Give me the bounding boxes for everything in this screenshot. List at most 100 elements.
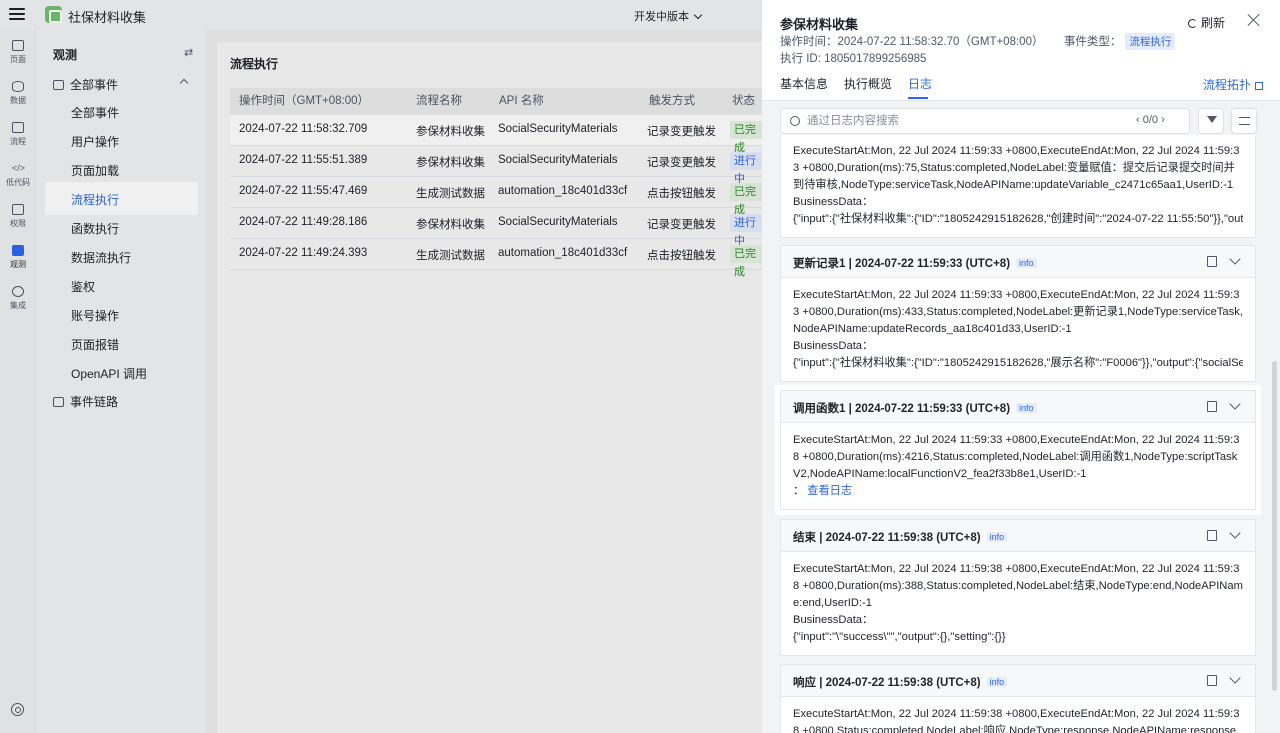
rail-item-code[interactable]: </> 低代码: [0, 163, 36, 188]
rail-label: 流程: [10, 137, 26, 146]
copy-icon[interactable]: [1207, 256, 1217, 267]
op-time-label: 操作时间：: [780, 36, 838, 48]
collapse-icon: [1239, 117, 1250, 125]
version-select[interactable]: 开发中版本: [634, 8, 703, 24]
filter-button[interactable]: [1198, 108, 1224, 134]
sidebar-item-flow-exec[interactable]: 流程执行: [71, 191, 119, 208]
log-header[interactable]: 更新记录1 | 2024-07-22 11:59:33 (UTC+8) info: [781, 246, 1255, 278]
column-header[interactable]: 触发方式: [649, 88, 695, 115]
log-body: ExecuteStartAt:Mon, 22 Jul 2024 11:59:38…: [781, 552, 1255, 655]
sidebar-item-page-load[interactable]: 页面加载: [71, 162, 119, 179]
flow-topology-link[interactable]: 流程拓扑: [1203, 76, 1264, 93]
log-header[interactable]: 调用函数1 | 2024-07-22 11:59:33 (UTC+8) info: [781, 391, 1255, 423]
sidebar-item-dataflow-exec[interactable]: 数据流执行: [71, 249, 131, 266]
sidebar-item-all-events[interactable]: 全部事件: [71, 104, 119, 121]
sidebar-item-page-error[interactable]: 页面报错: [71, 336, 119, 353]
chevron-down-icon[interactable]: [1229, 527, 1241, 539]
tab-basic-info[interactable]: 基本信息: [780, 75, 828, 92]
log-search-input[interactable]: [807, 113, 1107, 129]
log-line: ExecuteStartAt:Mon, 22 Jul 2024 11:59:38…: [793, 563, 1243, 609]
sidebar-heading: 观测: [53, 48, 78, 62]
rail-item-page[interactable]: 页面: [0, 40, 36, 65]
chevron-down-icon[interactable]: [1229, 672, 1241, 684]
collapse-all-button[interactable]: [1231, 108, 1257, 134]
log-line: ExecuteStartAt:Mon, 22 Jul 2024 11:59:33…: [793, 289, 1243, 335]
cell-time: 2024-07-22 11:55:51.389: [239, 154, 368, 166]
gear-icon[interactable]: [11, 703, 24, 716]
cell-api: automation_18c401d33cf: [498, 247, 628, 259]
log-body: ExecuteStartAt:Mon, 22 Jul 2024 11:59:33…: [781, 423, 1255, 509]
copy-icon[interactable]: [1207, 675, 1217, 686]
rail-item-data[interactable]: 数据: [0, 81, 36, 106]
rail-item-permission[interactable]: 权限: [0, 204, 36, 229]
log-body: ExecuteStartAt:Mon, 22 Jul 2024 11:59:33…: [781, 135, 1255, 237]
swap-icon[interactable]: ⇄: [184, 46, 193, 59]
menu-icon[interactable]: [9, 6, 25, 22]
scrollbar[interactable]: [1272, 361, 1277, 691]
observe-icon: [12, 245, 24, 256]
cell-trigger: 点击按钮触发: [647, 188, 716, 200]
sidebar-item-user-action[interactable]: 用户操作: [71, 133, 119, 150]
rail-item-observe[interactable]: 观测: [0, 245, 36, 270]
log-header[interactable]: 响应 | 2024-07-22 11:59:38 (UTC+8) info: [781, 665, 1255, 697]
search-pager[interactable]: ‹ 0/0 ›: [1136, 114, 1165, 126]
log-header[interactable]: 结束 | 2024-07-22 11:59:38 (UTC+8) info: [781, 520, 1255, 552]
detail-drawer: 参保材料收集 刷新 操作时间：2024-07-22 11:58:32.70（GM…: [762, 0, 1280, 733]
refresh-icon: [1188, 19, 1197, 28]
column-header[interactable]: 状态: [732, 88, 755, 115]
log-title-text: 更新记录1 | 2024-07-22 11:59:33 (UTC+8): [793, 258, 1011, 270]
log-card: 响应 | 2024-07-22 11:59:38 (UTC+8) info Exe…: [780, 664, 1256, 733]
table-row[interactable]: 2024-07-22 11:49:24.393 生成测试数据 automatio…: [230, 239, 762, 278]
sidebar-group-event-chain[interactable]: 事件链路: [53, 393, 118, 410]
group-label: 事件链路: [70, 395, 119, 409]
table-row[interactable]: 2024-07-22 11:49:28.186 参保材料收集 SocialSec…: [230, 208, 762, 247]
chevron-down-icon[interactable]: [1229, 398, 1241, 410]
close-icon[interactable]: [1246, 12, 1262, 28]
chevron-down-icon: [693, 10, 703, 20]
rail-label: 集成: [10, 301, 26, 310]
chevron-down-icon[interactable]: [1229, 253, 1241, 265]
tab-logs[interactable]: 日志: [908, 75, 932, 92]
chain-icon: [53, 397, 64, 407]
log-line: BusinessData：: [793, 340, 874, 352]
log-line: ExecuteStartAt:Mon, 22 Jul 2024 11:59:33…: [793, 434, 1240, 480]
status-badge: 已完成: [730, 183, 762, 216]
column-header[interactable]: 操作时间（GMT+08:00）: [239, 88, 369, 115]
lock-icon: [12, 204, 24, 215]
log-level-badge: info: [986, 677, 1008, 687]
sidebar-item-function-exec[interactable]: 函数执行: [71, 220, 119, 237]
rail-label: 权限: [10, 219, 26, 228]
status-badge: 已完成: [730, 121, 762, 154]
refresh-button[interactable]: 刷新: [1188, 14, 1225, 31]
sidebar-group-all-events[interactable]: 全部事件: [53, 76, 118, 93]
external-link-icon: [1255, 82, 1264, 90]
refresh-label: 刷新: [1201, 16, 1226, 30]
copy-icon[interactable]: [1207, 401, 1217, 412]
rail-label: 低代码: [6, 178, 30, 187]
rail-item-integration[interactable]: 集成: [0, 286, 36, 311]
rail-item-flow[interactable]: 流程: [0, 122, 36, 147]
table-row[interactable]: 2024-07-22 11:55:51.389 参保材料收集 SocialSec…: [230, 146, 762, 185]
copy-icon[interactable]: [1207, 530, 1217, 541]
status-badge: 已完成: [730, 245, 762, 278]
table-row[interactable]: 2024-07-22 11:58:32.709 参保材料收集 SocialSec…: [230, 115, 762, 154]
log-level-badge: info: [1016, 403, 1037, 413]
chevron-up-icon[interactable]: [179, 78, 189, 88]
cell-api: automation_18c401d33cf: [498, 185, 628, 197]
sidebar-item-openapi[interactable]: OpenAPI 调用: [71, 365, 147, 382]
topology-label: 流程拓扑: [1203, 78, 1252, 92]
log-title: 结束 | 2024-07-22 11:59:38 (UTC+8) info: [793, 529, 1008, 545]
log-line: {"input":{"社保材料收集":{"ID":"18052429151826…: [793, 357, 1243, 369]
sidebar-item-account[interactable]: 账号操作: [71, 307, 119, 324]
table-row[interactable]: 2024-07-22 11:55:47.469 生成测试数据 automatio…: [230, 177, 762, 216]
page-title: 流程执行: [230, 57, 279, 71]
search-icon: [790, 116, 800, 126]
view-log-link[interactable]: 查看日志: [807, 485, 852, 497]
cell-time: 2024-07-22 11:49:28.186: [239, 216, 368, 228]
log-list[interactable]: ‹ 0/0 › ExecuteStartAt:Mon, 22 Jul 2024 …: [762, 101, 1280, 733]
column-header[interactable]: API 名称: [499, 88, 544, 115]
tab-exec-overview[interactable]: 执行概览: [844, 75, 892, 92]
sidebar-item-auth[interactable]: 鉴权: [71, 278, 95, 295]
column-header[interactable]: 流程名称: [416, 88, 462, 115]
rail-label: 数据: [10, 96, 26, 105]
